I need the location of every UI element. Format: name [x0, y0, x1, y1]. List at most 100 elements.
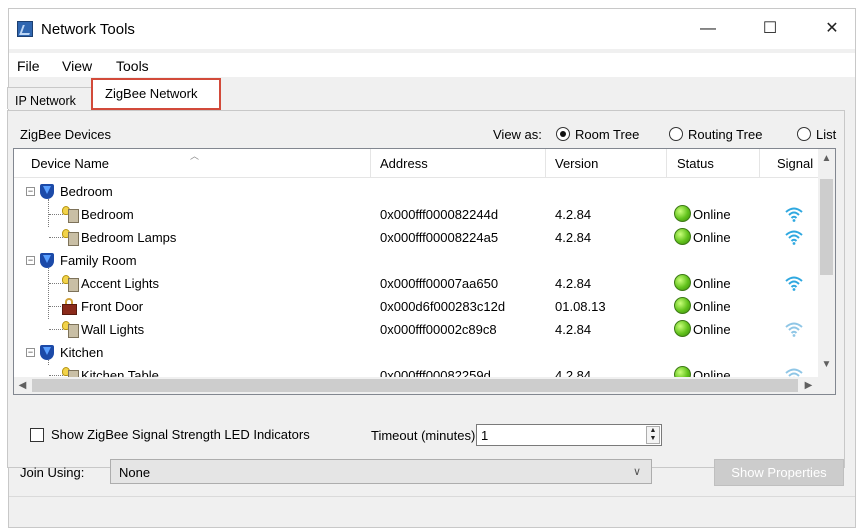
stepper-buttons[interactable]: ▲ ▼ — [646, 426, 660, 444]
device-row[interactable]: Accent Lights 0x000fff00007aa650 4.2.84 Onl… — [14, 272, 819, 295]
device-list[interactable]: Device Name ︿ Address Version Status Sig… — [13, 148, 836, 395]
join-using-select[interactable]: None ∨ — [110, 459, 652, 484]
room-icon — [40, 345, 54, 360]
join-using-value[interactable]: None — [119, 465, 150, 480]
vertical-scrollbar[interactable]: ▲ ▼ — [818, 149, 835, 378]
radio-room-tree[interactable] — [556, 127, 570, 141]
device-status: Online — [693, 276, 731, 291]
room-tree-label[interactable]: Room Tree — [575, 127, 639, 142]
minimize-button[interactable]: — — [685, 9, 731, 49]
status-online-icon — [674, 297, 691, 314]
device-name[interactable]: Front Door — [81, 299, 143, 314]
col-divider[interactable] — [759, 149, 760, 177]
scroll-left-icon[interactable]: ◀ — [14, 380, 31, 391]
room-row[interactable]: − Kitchen — [14, 341, 819, 364]
device-name[interactable]: Bedroom Lamps — [81, 230, 176, 245]
led-indicator-label[interactable]: Show ZigBee Signal Strength LED Indicato… — [51, 427, 310, 442]
sort-caret-icon: ︿ — [190, 151, 200, 161]
app-icon — [17, 21, 33, 37]
collapse-icon[interactable]: − — [26, 256, 35, 265]
col-divider[interactable] — [370, 149, 371, 177]
room-name[interactable]: Kitchen — [60, 345, 103, 360]
wifi-signal-icon — [785, 275, 803, 291]
show-properties-button[interactable]: Show Properties — [714, 459, 844, 486]
status-online-icon — [674, 320, 691, 337]
col-status[interactable]: Status — [677, 156, 714, 171]
device-name[interactable]: Bedroom — [81, 207, 134, 222]
switch-panel-icon — [68, 278, 79, 292]
scroll-up-icon[interactable]: ▲ — [818, 153, 835, 164]
device-version: 4.2.84 — [555, 276, 592, 291]
device-status: Online — [693, 322, 731, 337]
menu-view[interactable]: View — [62, 58, 92, 74]
radio-list[interactable] — [797, 127, 811, 141]
wifi-signal-icon — [785, 229, 803, 245]
room-name[interactable]: Bedroom — [60, 184, 113, 199]
horizontal-scroll-thumb[interactable] — [32, 379, 798, 392]
room-row[interactable]: − Family Room — [14, 249, 819, 272]
led-indicator-checkbox[interactable] — [30, 428, 44, 442]
join-using-label: Join Using: — [20, 465, 85, 480]
col-signal[interactable]: Signal — [777, 156, 813, 171]
scroll-down-icon[interactable]: ▼ — [818, 359, 835, 370]
bulb-panel-icon — [62, 321, 80, 338]
menu-tools[interactable]: Tools — [116, 58, 149, 74]
radio-routing-tree[interactable] — [669, 127, 683, 141]
tree-line — [49, 375, 63, 376]
window-title: Network Tools — [41, 21, 135, 38]
device-name[interactable]: Wall Lights — [81, 322, 144, 337]
tree-line — [49, 329, 63, 330]
vertical-scroll-thumb[interactable] — [820, 179, 833, 275]
device-version: 01.08.13 — [555, 299, 606, 314]
timeout-value[interactable]: 1 — [481, 428, 488, 443]
title-bar: Network Tools — ☐ ✕ — [9, 9, 855, 49]
collapse-icon[interactable]: − — [26, 187, 35, 196]
bulb-panel-icon — [62, 275, 80, 292]
col-address[interactable]: Address — [380, 156, 428, 171]
tree-line — [49, 283, 63, 284]
status-online-icon — [674, 228, 691, 245]
device-status: Online — [693, 230, 731, 245]
status-bar — [9, 496, 855, 519]
device-address: 0x000fff00008224a5 — [380, 230, 499, 245]
bulb-panel-icon — [62, 206, 80, 223]
room-icon — [40, 184, 54, 199]
device-row[interactable]: Bedroom Lamps 0x000fff00008224a5 4.2.84 Onl… — [14, 226, 819, 249]
routing-tree-label[interactable]: Routing Tree — [688, 127, 762, 142]
room-name[interactable]: Family Room — [60, 253, 137, 268]
switch-panel-icon — [68, 232, 79, 246]
timeout-label: Timeout (minutes): — [371, 428, 479, 443]
device-row[interactable]: Front Door 0x000d6f000283c12d 01.08.13 Onli… — [14, 295, 819, 318]
switch-panel-icon — [68, 324, 79, 338]
room-icon — [40, 253, 54, 268]
device-row[interactable]: Wall Lights 0x000fff00002c89c8 4.2.84 Onlin… — [14, 318, 819, 341]
chevron-down-icon[interactable]: ∨ — [633, 465, 641, 478]
col-divider[interactable] — [666, 149, 667, 177]
device-status: Online — [693, 299, 731, 314]
col-version[interactable]: Version — [555, 156, 598, 171]
device-row[interactable]: Bedroom 0x000fff000082244d 4.2.84 Online — [14, 203, 819, 226]
horizontal-scrollbar[interactable]: ◀ ▶ — [14, 377, 835, 394]
status-online-icon — [674, 274, 691, 291]
device-version: 4.2.84 — [555, 230, 592, 245]
maximize-button[interactable]: ☐ — [747, 9, 793, 49]
device-version: 4.2.84 — [555, 207, 592, 222]
collapse-icon[interactable]: − — [26, 348, 35, 357]
tree-line — [49, 214, 63, 215]
menu-file[interactable]: File — [17, 58, 40, 74]
tree-line — [49, 237, 63, 238]
close-button[interactable]: ✕ — [809, 9, 855, 49]
tab-ip-network[interactable]: IP Network — [7, 87, 93, 109]
list-label[interactable]: List — [816, 127, 836, 142]
tree-line — [49, 306, 63, 307]
view-as-label: View as: — [493, 127, 542, 142]
device-address: 0x000fff000082244d — [380, 207, 499, 222]
tab-zigbee-network[interactable]: ZigBee Network — [91, 78, 221, 110]
scroll-right-icon[interactable]: ▶ — [800, 380, 817, 391]
timeout-stepper[interactable]: 1 ▲ ▼ — [476, 424, 662, 446]
col-divider[interactable] — [545, 149, 546, 177]
panel-heading: ZigBee Devices — [20, 127, 112, 142]
device-name[interactable]: Accent Lights — [81, 276, 159, 291]
room-row[interactable]: − Bedroom — [14, 180, 819, 203]
col-device-name[interactable]: Device Name — [31, 156, 109, 171]
